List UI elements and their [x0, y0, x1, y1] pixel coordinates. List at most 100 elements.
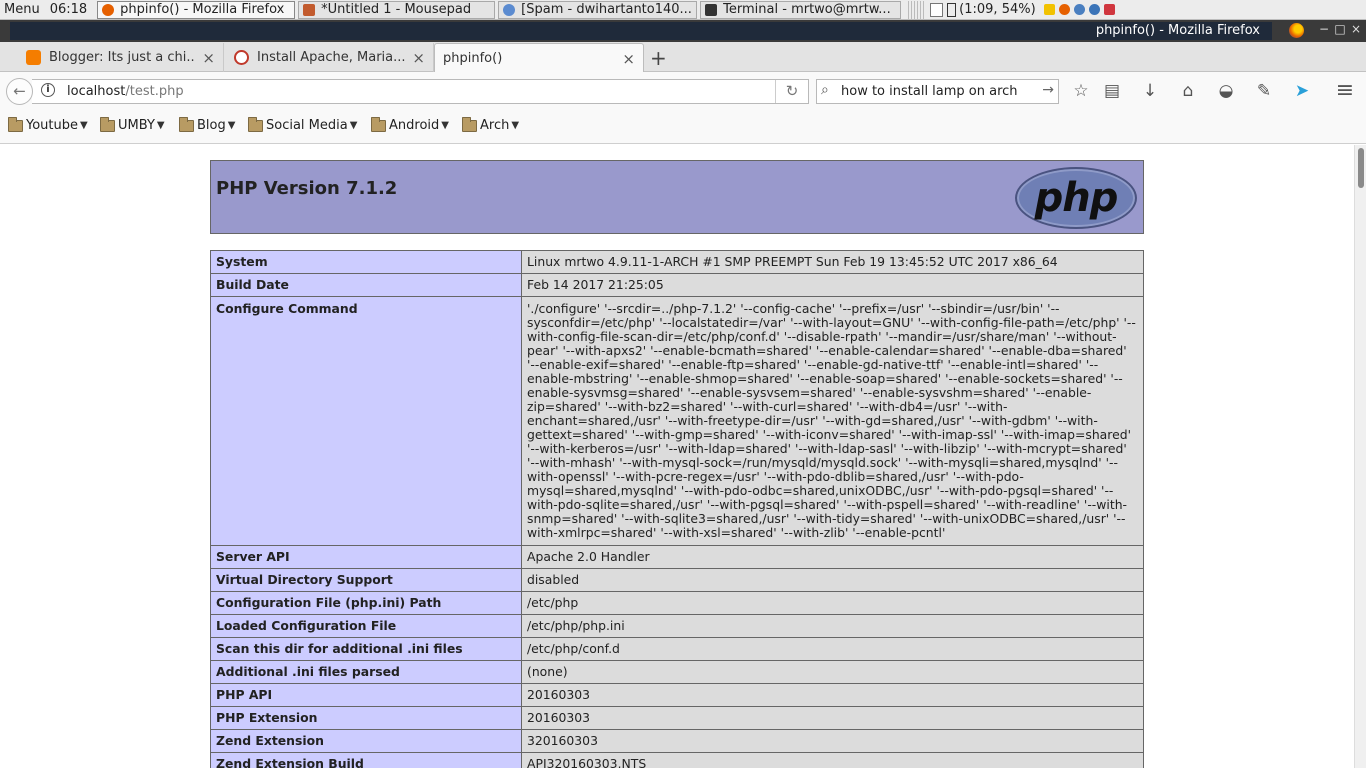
row-key: Virtual Directory Support	[210, 568, 522, 592]
hamburger-menu-icon[interactable]: ≡	[1335, 80, 1355, 102]
search-input[interactable]: how to install lamp on arch	[841, 84, 1018, 99]
row-key: Build Date	[210, 273, 522, 297]
table-row: Virtual Directory Support disabled	[210, 568, 1144, 592]
taskbar-item-label: Terminal - mrtwo@mrtw...	[723, 2, 891, 17]
bookmark-folder-blog[interactable]: Blog ▼	[179, 116, 236, 133]
tab-phpinfo[interactable]: phpinfo() ×	[434, 43, 644, 73]
configure-command-text: './configure' '--srcdir=../php-7.1.2' '-…	[527, 301, 1136, 540]
row-key: System	[210, 250, 522, 274]
titlebar-drag-area[interactable]	[10, 22, 1272, 40]
vertical-scrollbar[interactable]	[1354, 145, 1366, 768]
downloads-icon[interactable]: ↓	[1140, 81, 1160, 101]
taskbar-item-label: *Untitled 1 - Mousepad	[321, 2, 472, 17]
bookmark-label: Blog	[197, 118, 226, 133]
bookmark-folder-social-media[interactable]: Social Media ▼	[248, 116, 357, 133]
table-row: Build Date Feb 14 2017 21:25:05	[210, 273, 1144, 297]
row-value: /etc/php/conf.d	[521, 637, 1144, 661]
tab-blogger[interactable]: Blogger: Its just a chi... ×	[18, 43, 224, 72]
taskbar-item-firefox[interactable]: phpinfo() - Mozilla Firefox	[97, 0, 296, 19]
row-value: Feb 14 2017 21:25:05	[521, 273, 1144, 297]
page-title: PHP Version 7.1.2	[216, 178, 398, 199]
close-tab-icon[interactable]: ×	[412, 49, 425, 67]
bookmark-star-icon[interactable]: ☆	[1071, 81, 1091, 101]
bookmark-folder-android[interactable]: Android ▼	[371, 116, 449, 133]
table-row: Loaded Configuration File/etc/php/php.in…	[210, 614, 1144, 638]
clock: 06:18	[49, 2, 88, 17]
table-row: Scan this dir for additional .ini files /…	[210, 637, 1144, 661]
search-bar[interactable]: ⌕ how to install lamp on arch →	[816, 79, 1059, 104]
tab-install-apache[interactable]: Install Apache, Maria... ×	[226, 43, 434, 72]
table-row: System Linux mrtwo 4.9.11-1-ARCH #1 SMP P…	[210, 250, 1144, 274]
taskbar-separator	[908, 0, 925, 19]
monitor-icon[interactable]	[1103, 4, 1115, 15]
magnifier-icon: ⌕	[821, 82, 829, 98]
system-tray: (1:09, 54%)	[930, 2, 1115, 17]
close-window-button[interactable]: ×	[1348, 22, 1364, 36]
row-key: Scan this dir for additional .ini files	[210, 637, 522, 661]
minimize-button[interactable]: −	[1316, 22, 1332, 36]
folder-icon	[100, 116, 115, 132]
desktop-taskbar: Menu 06:18 phpinfo() - Mozilla Firefox *…	[0, 0, 1366, 20]
taskbar-item-label: [Spam - dwihartanto140...	[521, 2, 692, 17]
back-button[interactable]: ←	[6, 78, 33, 105]
table-row: Zend Extension Build API320160303,NTS	[210, 752, 1144, 768]
bookmark-label: UMBY	[118, 118, 155, 133]
bookmark-folder-umby[interactable]: UMBY ▼	[100, 116, 165, 133]
window-titlebar: phpinfo() - Mozilla Firefox − □ ×	[0, 20, 1366, 42]
table-row: Configure Command './configure' '--srcdir…	[210, 296, 1144, 546]
taskbar-item-label: phpinfo() - Mozilla Firefox	[120, 2, 285, 17]
firefox-logo-icon	[1289, 23, 1304, 38]
chevron-down-icon: ▼	[227, 120, 236, 131]
php-logo[interactable]: php	[1015, 167, 1137, 229]
bookmark-label: Android	[389, 118, 440, 133]
extension-icon[interactable]: ✎	[1254, 81, 1274, 101]
start-menu-button[interactable]: Menu	[0, 2, 46, 17]
bookmark-folder-youtube[interactable]: Youtube ▼	[8, 116, 88, 133]
new-tab-button[interactable]: +	[650, 46, 667, 70]
row-key: Zend Extension	[210, 729, 522, 753]
taskbar-item-mousepad[interactable]: *Untitled 1 - Mousepad	[298, 0, 496, 19]
clipboard-icon[interactable]	[930, 2, 944, 17]
table-row: PHP API 20160303	[210, 683, 1144, 707]
taskbar-item-mail[interactable]: [Spam - dwihartanto140...	[498, 0, 698, 19]
url-path: /test.php	[125, 84, 184, 99]
site-info-icon[interactable]: i	[41, 83, 55, 97]
phpinfo-table: System Linux mrtwo 4.9.11-1-ARCH #1 SMP P…	[210, 250, 1144, 768]
url-bar[interactable]: i localhost/test.php ↻	[32, 79, 809, 104]
folder-icon	[371, 116, 386, 132]
row-value: Linux mrtwo 4.9.11-1-ARCH #1 SMP PREEMPT…	[521, 250, 1144, 274]
battery-icon[interactable]	[947, 2, 957, 17]
taskbar-item-terminal[interactable]: Terminal - mrtwo@mrtw...	[700, 0, 902, 19]
close-tab-icon[interactable]: ×	[622, 50, 635, 68]
network-icon[interactable]	[1088, 4, 1100, 15]
scrollbar-thumb[interactable]	[1358, 148, 1364, 188]
pocket-icon[interactable]: ◒	[1216, 81, 1236, 101]
firefox-tray-icon[interactable]	[1058, 4, 1070, 15]
close-tab-icon[interactable]: ×	[202, 49, 215, 67]
maximize-button[interactable]: □	[1332, 22, 1348, 36]
update-icon[interactable]	[1073, 4, 1085, 15]
bookmarks-toolbar: Youtube ▼ UMBY ▼ Blog ▼ Social Media ▼ Andro…	[0, 110, 1366, 144]
search-go-button[interactable]: →	[1042, 82, 1054, 98]
row-key: PHP API	[210, 683, 522, 707]
window-title: phpinfo() - Mozilla Firefox	[1095, 23, 1260, 38]
home-icon[interactable]: ⌂	[1178, 81, 1198, 101]
reading-list-icon[interactable]: ▤	[1102, 81, 1122, 101]
row-key: Configure Command	[210, 296, 522, 546]
reload-button[interactable]: ↻	[775, 80, 808, 103]
row-value: 320160303	[521, 729, 1144, 753]
mousepad-icon	[303, 3, 316, 16]
row-key: Server API	[210, 545, 522, 569]
bookmark-folder-arch[interactable]: Arch ▼	[462, 116, 519, 133]
telegram-icon[interactable]: ➤	[1292, 81, 1312, 101]
url-text[interactable]: localhost/test.php	[67, 84, 184, 99]
notes-icon[interactable]	[1043, 4, 1055, 15]
terminal-icon	[705, 3, 718, 16]
table-row: PHP Extension 20160303	[210, 706, 1144, 730]
row-value: (none)	[521, 660, 1144, 684]
row-value: disabled	[521, 568, 1144, 592]
table-row: Zend Extension 320160303	[210, 729, 1144, 753]
row-value: /etc/php/php.ini	[521, 614, 1144, 638]
row-key: PHP Extension	[210, 706, 522, 730]
row-value: './configure' '--srcdir=../php-7.1.2' '-…	[521, 296, 1144, 546]
